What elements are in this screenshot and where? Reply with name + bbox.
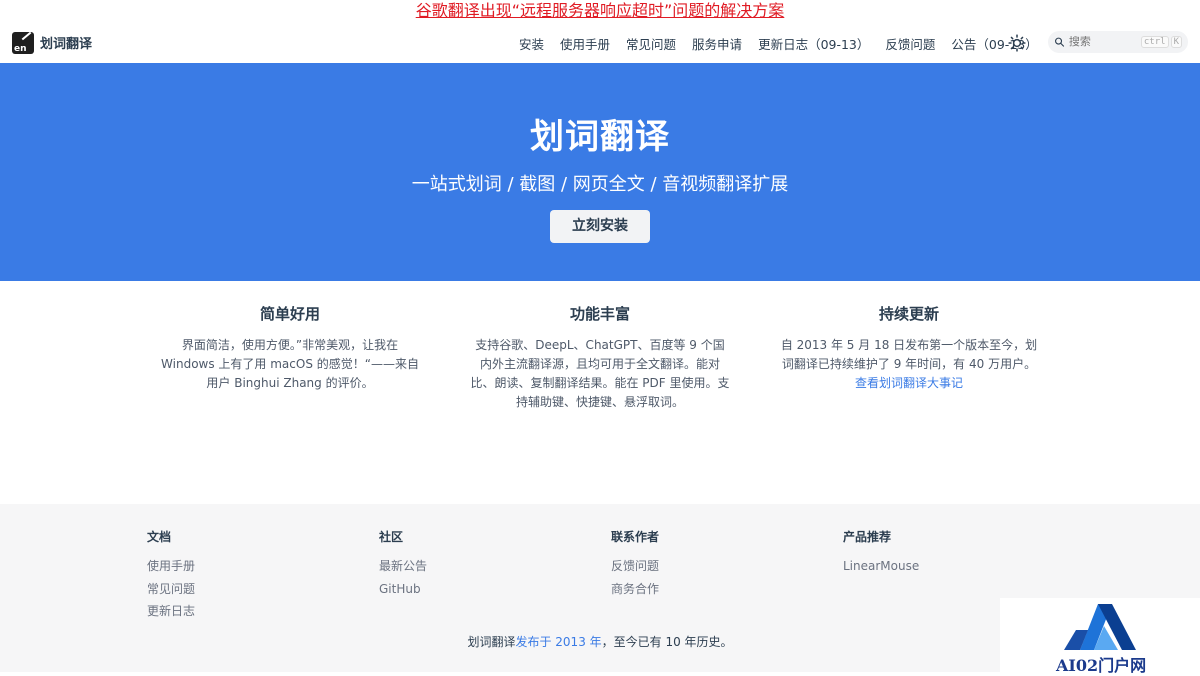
watermark-logo-icon — [1064, 604, 1136, 650]
nav-feedback[interactable]: 反馈问题 — [885, 34, 935, 53]
feature-title: 简单好用 — [259, 305, 320, 323]
announcement-link[interactable]: 谷歌翻译出现“远程服务器响应超时”问题的解决方案 — [416, 1, 785, 20]
footer-col-title: 产品推荐 — [843, 530, 892, 544]
shortcut-key-ctrl: ctrl — [1140, 36, 1169, 48]
footer-link[interactable]: 反馈问题 — [611, 555, 659, 578]
nav-links: 安装 使用手册 常见问题 服务申请 更新日志（09-13） 反馈问题 公告（09… — [519, 22, 1054, 64]
feature-updates: 持续更新 自 2013 年 5 月 18 日发布第一个版本至今，划词翻译已持续维… — [779, 303, 1039, 393]
footer-col-products: 产品推荐 LinearMouse — [843, 528, 919, 578]
brand-name: 划词翻译 — [40, 37, 93, 52]
footer-link[interactable]: 商务合作 — [611, 578, 659, 601]
sun-icon[interactable] — [1008, 34, 1026, 52]
hero-section: 划词翻译 一站式划词 / 截图 / 网页全文 / 音视频翻译扩展 立刻安装 — [0, 63, 1200, 281]
nav-install[interactable]: 安装 — [519, 34, 544, 53]
shortcut-key-k: K — [1170, 36, 1182, 48]
footer-link[interactable]: 最新公告 — [379, 555, 427, 578]
feature-text: 支持谷歌、DeepL、ChatGPT、百度等 9 个国内外主流翻译源，且均可用于… — [470, 338, 730, 409]
feature-title: 持续更新 — [878, 305, 939, 323]
hero-title: 划词翻译 — [530, 117, 670, 157]
navbar: en 划词翻译 安装 使用手册 常见问题 服务申请 更新日志（09-13） 反馈… — [0, 22, 1200, 64]
feature-title: 功能丰富 — [569, 305, 630, 323]
feature-text: 界面简洁，使用方便。”非常美观，让我在 Windows 上有了用 macOS 的… — [161, 338, 419, 390]
search-box[interactable]: ctrl K — [1048, 31, 1188, 53]
release-link[interactable]: 发布于 2013 年 — [515, 635, 601, 649]
footer-col-contact: 联系作者 反馈问题 商务合作 — [611, 528, 659, 600]
hero-tagline: 一站式划词 / 截图 / 网页全文 / 音视频翻译扩展 — [411, 174, 789, 195]
footer-link[interactable]: 使用手册 — [147, 555, 195, 578]
footer-link[interactable]: LinearMouse — [843, 555, 919, 578]
app-logo-icon: en — [12, 31, 34, 54]
footer-col-title: 文档 — [147, 530, 172, 544]
search-input[interactable] — [1068, 36, 1139, 48]
footer-col-title: 联系作者 — [611, 530, 660, 544]
footer-link[interactable]: 常见问题 — [147, 578, 195, 601]
install-button[interactable]: 立刻安装 — [550, 210, 650, 243]
announcement-bar: 谷歌翻译出现“远程服务器响应超时”问题的解决方案 — [0, 0, 1200, 22]
nav-changelog[interactable]: 更新日志（09-13） — [758, 34, 869, 53]
footer-link[interactable]: GitHub — [379, 578, 427, 601]
footer-col-docs: 文档 使用手册 常见问题 更新日志 — [147, 528, 195, 623]
milestones-link[interactable]: 查看划词翻译大事记 — [855, 376, 963, 390]
nav-service[interactable]: 服务申请 — [692, 34, 742, 53]
feature-rich: 功能丰富 支持谷歌、DeepL、ChatGPT、百度等 9 个国内外主流翻译源，… — [470, 303, 730, 412]
nav-faq[interactable]: 常见问题 — [626, 34, 676, 53]
search-icon — [1055, 37, 1065, 47]
watermark-text: AI02门户网 — [1056, 656, 1147, 675]
footer-link[interactable]: 更新日志 — [147, 600, 195, 623]
watermark: AI02门户网 — [1000, 598, 1200, 675]
brand[interactable]: en 划词翻译 — [12, 31, 93, 54]
nav-manual[interactable]: 使用手册 — [560, 34, 610, 53]
feature-text: 自 2013 年 5 月 18 日发布第一个版本至今，划词翻译已持续维护了 9 … — [780, 338, 1038, 390]
footer-col-title: 社区 — [379, 530, 404, 544]
footer-col-community: 社区 最新公告 GitHub — [379, 528, 427, 600]
feature-easy: 简单好用 界面简洁，使用方便。”非常美观，让我在 Windows 上有了用 ma… — [160, 303, 420, 393]
